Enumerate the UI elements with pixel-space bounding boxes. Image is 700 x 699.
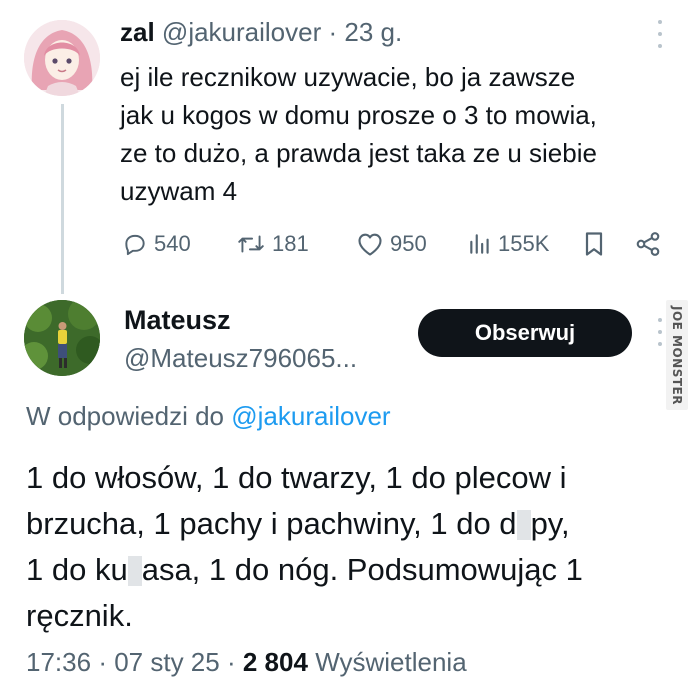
- reply-text-segment: 1 do ku: [26, 552, 128, 587]
- tweet-text-line: ej ile recznikow uzywacie, bo ja zawsze: [120, 62, 576, 92]
- reply-time[interactable]: 17:36: [26, 647, 91, 677]
- reply-text-segment: py,: [530, 506, 570, 541]
- anime-avatar-image: [24, 20, 100, 96]
- share-button[interactable]: [634, 226, 662, 262]
- repost-count: 181: [272, 231, 309, 256]
- author-handle[interactable]: @jakurailover: [162, 17, 321, 47]
- repost-button[interactable]: 181: [236, 226, 309, 262]
- reply-text-line: ręcznik.: [26, 593, 676, 639]
- views-button[interactable]: 155K: [468, 226, 549, 262]
- reply-date[interactable]: 07 sty 25: [114, 647, 220, 677]
- views-count: 155K: [498, 231, 550, 256]
- censor-block: [516, 510, 531, 540]
- reply-views-label: Wyświetlenia: [315, 647, 467, 677]
- reply-text-segment: ręcznik.: [26, 598, 133, 633]
- reply-text-line: 1 do włosów, 1 do twarzy, 1 do plecow i: [26, 455, 676, 501]
- bookmark-button[interactable]: [582, 226, 606, 262]
- thread-connector-line: [61, 104, 64, 294]
- tweet-text: ej ile recznikow uzywacie, bo ja zawsze …: [120, 58, 680, 210]
- reply-text-line: brzucha, 1 pachy i pachwiny, 1 do d py,: [26, 501, 676, 547]
- censor-block: [127, 556, 142, 586]
- more-options-button[interactable]: [654, 318, 666, 346]
- more-icon: [658, 318, 662, 322]
- reply-text-segment: 1 do włosów, 1 do twarzy, 1 do plecow i: [26, 460, 567, 495]
- tweet-text-line: jak u kogos w domu prosze o 3 to mowia,: [120, 100, 597, 130]
- reply-text-segment: brzucha, 1 pachy i pachwiny, 1 do d: [26, 506, 517, 541]
- repost-icon: [238, 235, 264, 253]
- more-icon: [658, 20, 662, 24]
- tweet-text-line: uzywam 4: [120, 176, 238, 206]
- bookmark-icon: [585, 232, 603, 256]
- reply-author-handle[interactable]: @Mateusz796065...: [124, 340, 357, 376]
- watermark-text: JOE MONSTER: [670, 305, 684, 405]
- follow-button[interactable]: Obserwuj: [418, 309, 632, 357]
- tweet-time-ago[interactable]: · 23 g.: [329, 17, 403, 47]
- avatar[interactable]: [24, 300, 100, 376]
- replying-to-handle-link[interactable]: @jakurailover: [231, 401, 390, 431]
- like-button[interactable]: 950: [356, 226, 427, 262]
- reply-text-segment: asa, 1 do nóg. Podsumowując 1: [141, 552, 583, 587]
- tweet-header: zal @jakurailover · 23 g.: [120, 14, 402, 50]
- meta-separator: ·: [98, 647, 107, 677]
- reply-count: 540: [154, 231, 191, 256]
- comment-icon: [125, 234, 145, 256]
- reply-text: 1 do włosów, 1 do twarzy, 1 do plecow i …: [26, 455, 676, 639]
- analytics-icon: [470, 234, 489, 254]
- reply-author-name[interactable]: Mateusz: [124, 302, 231, 338]
- meta-separator: ·: [226, 647, 236, 677]
- reply-button[interactable]: 540: [122, 226, 191, 262]
- replying-to: W odpowiedzi do @jakurailover: [26, 398, 391, 434]
- tweet-text-line: ze to dużo, a prawda jest taka ze u sieb…: [120, 138, 597, 168]
- more-options-button[interactable]: [654, 20, 666, 48]
- heart-icon: [358, 233, 382, 256]
- author-name[interactable]: zal: [120, 17, 155, 47]
- reply-views-count: 2 804: [242, 647, 308, 677]
- reply-meta: 17:36 · 07 sty 25 · 2 804 Wyświetlenia: [26, 644, 467, 680]
- share-icon: [636, 232, 660, 256]
- tweet-actions-bar: 540 181 950 155K: [120, 226, 680, 262]
- like-count: 950: [390, 231, 427, 256]
- photo-avatar-image: [24, 300, 100, 376]
- reply-text-line: 1 do ku asa, 1 do nóg. Podsumowując 1: [26, 547, 676, 593]
- site-watermark: JOE MONSTER: [666, 300, 688, 410]
- replying-to-label: W odpowiedzi do: [26, 401, 224, 431]
- avatar[interactable]: [24, 20, 100, 96]
